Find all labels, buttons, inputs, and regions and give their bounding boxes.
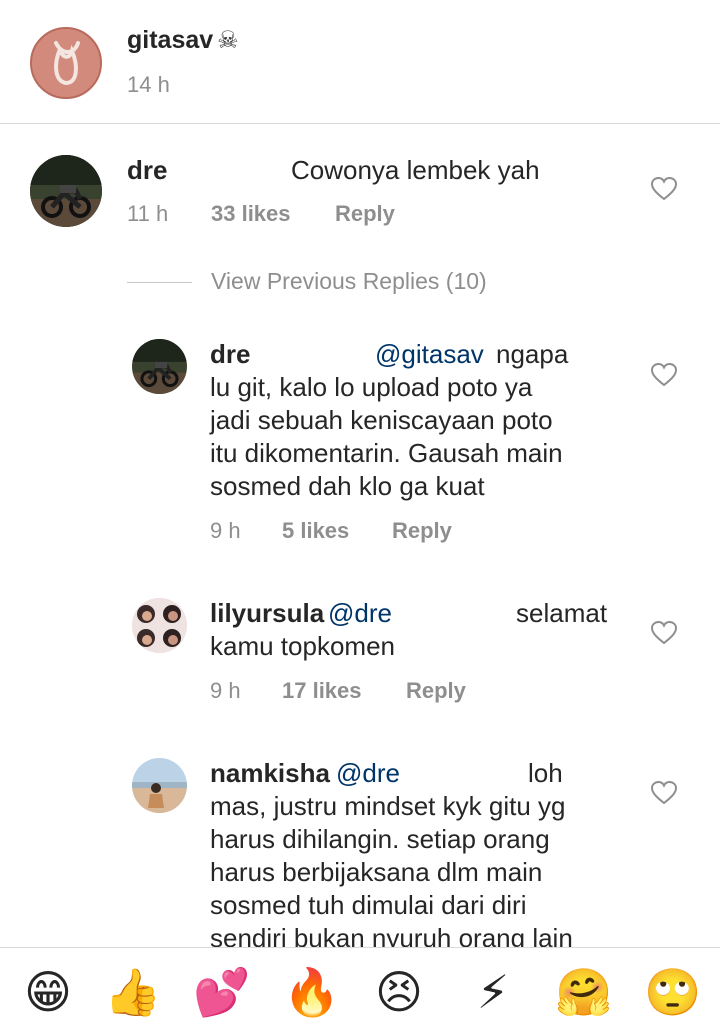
reply-mention[interactable]: @dre [328, 597, 392, 630]
caption-username[interactable]: gitasav ☠ [127, 26, 239, 55]
reply-avatar[interactable] [132, 598, 187, 653]
divider-line [127, 282, 192, 283]
like-heart-icon[interactable] [651, 363, 677, 387]
comment-body: Cowonya lembek yah [291, 155, 540, 185]
fire-emoji-icon[interactable]: 🔥 [283, 964, 340, 1020]
reply-username[interactable]: lilyursula [210, 598, 324, 628]
motorcycle-photo-icon [132, 339, 187, 394]
reply-text: lilyursula @dre selamat kamu topkomen [210, 597, 630, 663]
reply-body-line: jadi sebuah keniscayaan poto [210, 405, 553, 435]
caption-time: 14 h [127, 72, 170, 97]
comment-time: 11 h [127, 201, 169, 226]
reply-body-first: ngapa [496, 339, 569, 369]
reply-body-line: itu dikomentarin. Gausah main [210, 438, 563, 468]
reply-body-line: sosmed dah klo ga kuat [210, 471, 485, 501]
reply-avatar[interactable] [132, 339, 187, 394]
reply-body-line: mas, justru mindset kyk gitu yg [210, 791, 566, 821]
caption-header: gitasav ☠ 14 h [0, 0, 720, 124]
reply-body-line: harus berbijaksana dlm main [210, 857, 543, 887]
reply-username[interactable]: namkisha [210, 758, 330, 788]
reply-text: dre @gitasav ngapa lu git, kalo lo uploa… [210, 338, 630, 503]
motorcycle-photo-icon [30, 155, 102, 227]
caption-avatar[interactable] [30, 27, 102, 99]
skull-icon: ☠ [217, 27, 239, 54]
comment-text: dre Cowonya lembek yah [127, 154, 597, 187]
reply-body-line: sosmed tuh dimulai dari diri [210, 890, 527, 920]
view-previous-replies[interactable]: View Previous Replies (10) [127, 268, 547, 298]
like-heart-icon[interactable] [651, 177, 677, 201]
lightning-emoji-icon[interactable]: ⚡ [465, 964, 521, 1020]
reply-button[interactable]: Reply [392, 518, 452, 544]
like-heart-icon[interactable] [651, 781, 677, 805]
reply-time: 9 h [210, 518, 241, 543]
hugging-emoji-icon[interactable]: 🤗 [555, 964, 612, 1020]
reply-meta: 9 h 17 likes Reply [210, 678, 610, 706]
comment-likes[interactable]: 33 likes [211, 201, 291, 227]
reply-body-line: lu git, kalo lo upload poto ya [210, 372, 533, 402]
reply-avatar[interactable] [132, 758, 187, 813]
comment-username[interactable]: dre [127, 155, 167, 185]
reply-username[interactable]: dre [210, 339, 250, 369]
like-heart-icon[interactable] [651, 621, 677, 645]
reply-likes[interactable]: 5 likes [282, 518, 349, 544]
reply-likes[interactable]: 17 likes [282, 678, 362, 704]
reply-body-first: loh [528, 758, 563, 788]
reply-text: namkisha @dre loh mas, justru mindset ky… [210, 757, 630, 955]
eye-roll-emoji-icon[interactable]: 🙄 [644, 964, 701, 1020]
reply-body-line: kamu topkomen [210, 631, 395, 661]
caption-username-text[interactable]: gitasav [127, 26, 213, 54]
reply-body-first: selamat [516, 598, 608, 628]
reply-button[interactable]: Reply [335, 201, 395, 227]
thumbs-up-emoji-icon[interactable]: 👍 [104, 964, 161, 1020]
emoji-quick-bar: 😁 👍 💕 🔥 😣 ⚡ 🤗 🙄 [0, 947, 720, 1034]
view-previous-label[interactable]: View Previous Replies (10) [211, 268, 487, 295]
reply-body-line: harus dihilangin. setiap orang [210, 824, 550, 854]
reply-mention[interactable]: @dre [336, 757, 400, 790]
laughing-emoji-icon[interactable]: 😁 [20, 964, 76, 1020]
comment-meta: 11 h 33 likes Reply [127, 201, 527, 229]
reply-button[interactable]: Reply [406, 678, 466, 704]
ribbon-logo-icon [32, 29, 100, 97]
reply-meta: 9 h 5 likes Reply [210, 518, 610, 546]
reply-mention[interactable]: @gitasav [375, 338, 484, 371]
angry-emoji-icon[interactable]: 😣 [371, 964, 427, 1020]
comment-avatar[interactable] [30, 155, 102, 227]
field-photo-icon [132, 758, 187, 813]
reply-time: 9 h [210, 678, 241, 703]
hearts-emoji-icon[interactable]: 💕 [193, 964, 250, 1020]
friends-photo-icon [132, 598, 187, 653]
